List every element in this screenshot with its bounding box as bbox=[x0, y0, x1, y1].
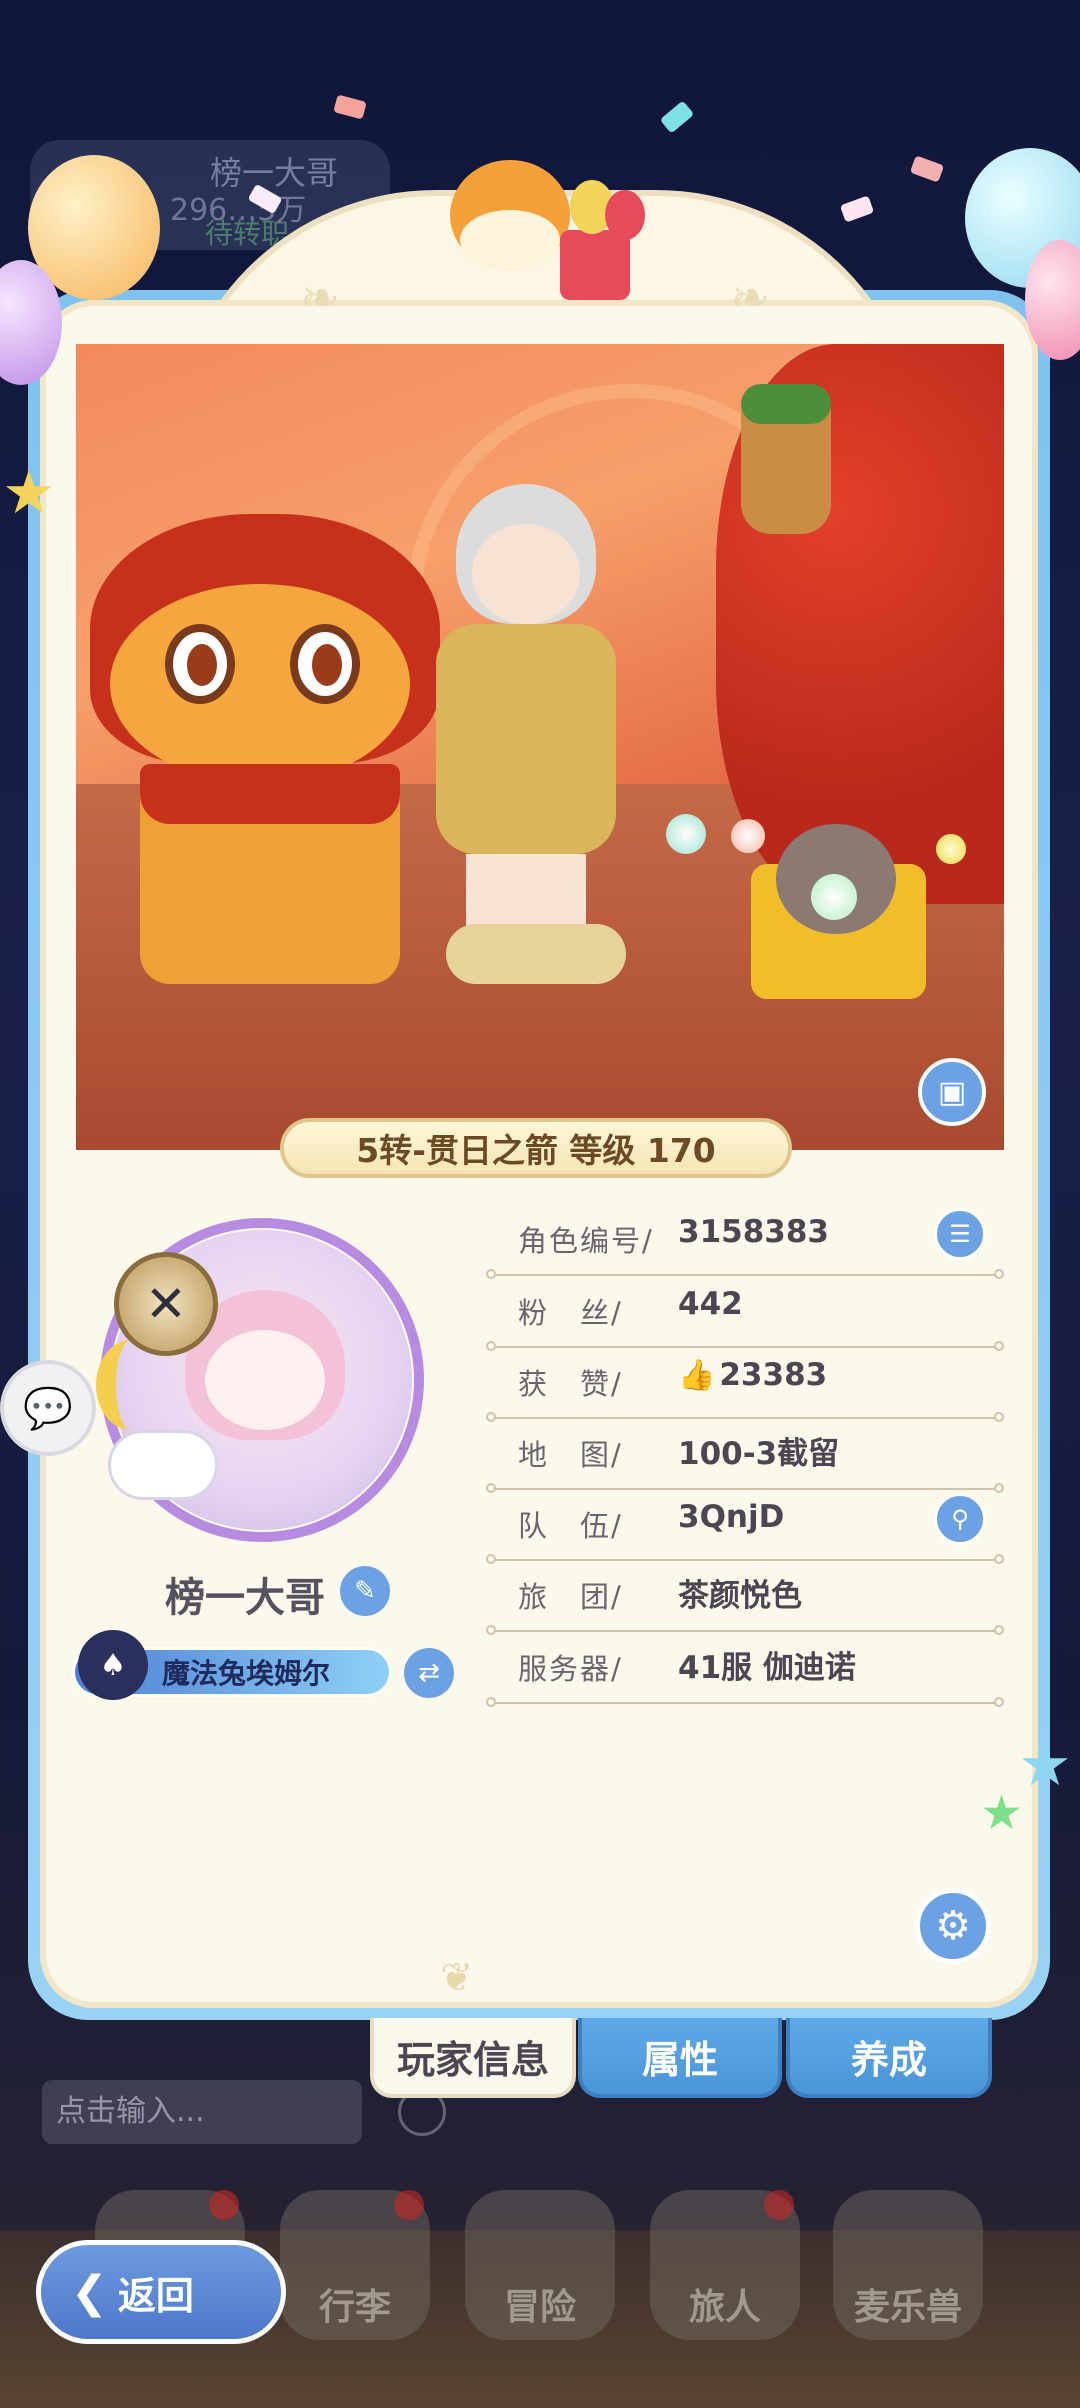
class-level-plate: 5转-贯日之箭 等级 170 bbox=[280, 1118, 792, 1178]
row-divider bbox=[486, 1625, 1004, 1635]
copy-icon: ☰ bbox=[949, 1220, 971, 1248]
avatar-face bbox=[205, 1330, 325, 1430]
sparkle-orb bbox=[811, 874, 857, 920]
star-icon: ★ bbox=[2, 458, 56, 528]
row-team: 队 伍/ 3QnjD ⚲ bbox=[486, 1493, 1004, 1564]
nav-tab-pets[interactable]: 麦乐兽 bbox=[833, 2190, 983, 2340]
row-fans: 粉 丝/ 442 bbox=[486, 1280, 1004, 1351]
tab-development[interactable]: 养成 bbox=[786, 2018, 992, 2098]
search-team-button[interactable]: ⚲ bbox=[934, 1493, 986, 1545]
search-icon: ⚲ bbox=[951, 1505, 969, 1533]
fans-value: 442 bbox=[678, 1286, 743, 1322]
row-label: 旅 团/ bbox=[518, 1580, 623, 1614]
row-label: 粉 丝/ bbox=[518, 1296, 623, 1330]
magician-hat-icon: ♠ bbox=[78, 1630, 148, 1700]
row-label: 地 图/ bbox=[518, 1438, 623, 1472]
row-divider bbox=[486, 1554, 1004, 1564]
tab-player-info[interactable]: 玩家信息 bbox=[370, 2018, 576, 2098]
row-label: 角色编号/ bbox=[518, 1224, 654, 1258]
pet-shiba-cat bbox=[90, 514, 450, 984]
photo-user-icon: ▣ bbox=[937, 1074, 967, 1110]
row-guild: 旅 团/ 茶颜悦色 bbox=[486, 1564, 1004, 1635]
copy-id-button[interactable]: ☰ bbox=[934, 1208, 986, 1260]
star-icon: ★ bbox=[1018, 1730, 1072, 1800]
row-map: 地 图/ 100-3截留 bbox=[486, 1422, 1004, 1493]
team-value: 3QnjD bbox=[678, 1499, 785, 1535]
sparkle-orb bbox=[731, 819, 765, 853]
star-icon: ★ bbox=[980, 1785, 1024, 1841]
row-likes: 获 赞/ 👍 23383 bbox=[486, 1351, 1004, 1422]
character-scene bbox=[76, 344, 1004, 1150]
chat-icon: 💬 bbox=[23, 1385, 73, 1432]
server-value: 41服 伽迪诺 bbox=[678, 1650, 856, 1686]
row-label: 队 伍/ bbox=[518, 1509, 623, 1543]
role-id-value: 3158383 bbox=[678, 1214, 829, 1250]
crossed-swords-badge-icon[interactable]: ✕ bbox=[114, 1252, 218, 1356]
back-label: 返回 bbox=[117, 2273, 194, 2318]
pet-name: 魔法兔埃姆尔 bbox=[162, 1657, 331, 1690]
pencil-icon: ✎ bbox=[354, 1576, 376, 1606]
row-server: 服务器/ 41服 伽迪诺 bbox=[486, 1636, 1004, 1707]
swap-pet-button[interactable]: ⇄ bbox=[404, 1648, 454, 1698]
gear-icon: ⚙ bbox=[935, 1903, 971, 1949]
nav-tab-luggage[interactable]: 行李 bbox=[280, 2190, 430, 2340]
class-level-text: 5转-贯日之箭 等级 170 bbox=[356, 1131, 716, 1170]
edit-name-button[interactable]: ✎ bbox=[340, 1566, 390, 1616]
back-arrow-icon: ❮ bbox=[71, 2266, 108, 2318]
chat-bubble-button[interactable]: 💬 bbox=[0, 1360, 96, 1456]
row-label: 服务器/ bbox=[518, 1652, 623, 1686]
sheep-decoration bbox=[108, 1430, 218, 1500]
row-role-id: 角色编号/ 3158383 ☰ bbox=[486, 1208, 1004, 1279]
nav-tab-travelers[interactable]: 旅人 bbox=[650, 2190, 800, 2340]
player-character bbox=[406, 484, 636, 984]
player-name: 榜一大哥 bbox=[165, 1575, 325, 1621]
map-value: 100-3截留 bbox=[678, 1436, 840, 1472]
thumbs-up-icon: 👍 bbox=[678, 1358, 716, 1393]
row-divider bbox=[486, 1697, 1004, 1707]
swap-icon: ⇄ bbox=[418, 1658, 440, 1688]
settings-button[interactable]: ⚙ bbox=[915, 1888, 991, 1964]
flying-cat-companion bbox=[741, 384, 831, 534]
row-divider bbox=[486, 1483, 1004, 1493]
likes-value-wrap: 👍 23383 bbox=[678, 1357, 827, 1393]
row-divider bbox=[486, 1412, 1004, 1422]
arch-ornament-right: ❧ bbox=[730, 270, 771, 326]
sparkle-orb bbox=[936, 834, 966, 864]
tab-attributes[interactable]: 属性 bbox=[578, 2018, 782, 2098]
photo-settings-button[interactable]: ▣ bbox=[918, 1058, 986, 1126]
row-label: 获 赞/ bbox=[518, 1367, 623, 1401]
arch-ornament-left: ❧ bbox=[300, 270, 341, 326]
mascot-cat-with-gifts bbox=[420, 150, 660, 330]
chat-input[interactable]: 点击输入... bbox=[42, 2080, 362, 2144]
row-divider bbox=[486, 1269, 1004, 1279]
likes-value: 23383 bbox=[719, 1357, 828, 1393]
footer-ornament-icon: ❦ bbox=[440, 1955, 474, 2001]
guild-value: 茶颜悦色 bbox=[678, 1578, 802, 1614]
row-divider bbox=[486, 1341, 1004, 1351]
sparkle-orb bbox=[666, 814, 706, 854]
back-button[interactable]: ❮ 返回 bbox=[36, 2240, 286, 2344]
nav-tab-adventure[interactable]: 冒险 bbox=[465, 2190, 615, 2340]
